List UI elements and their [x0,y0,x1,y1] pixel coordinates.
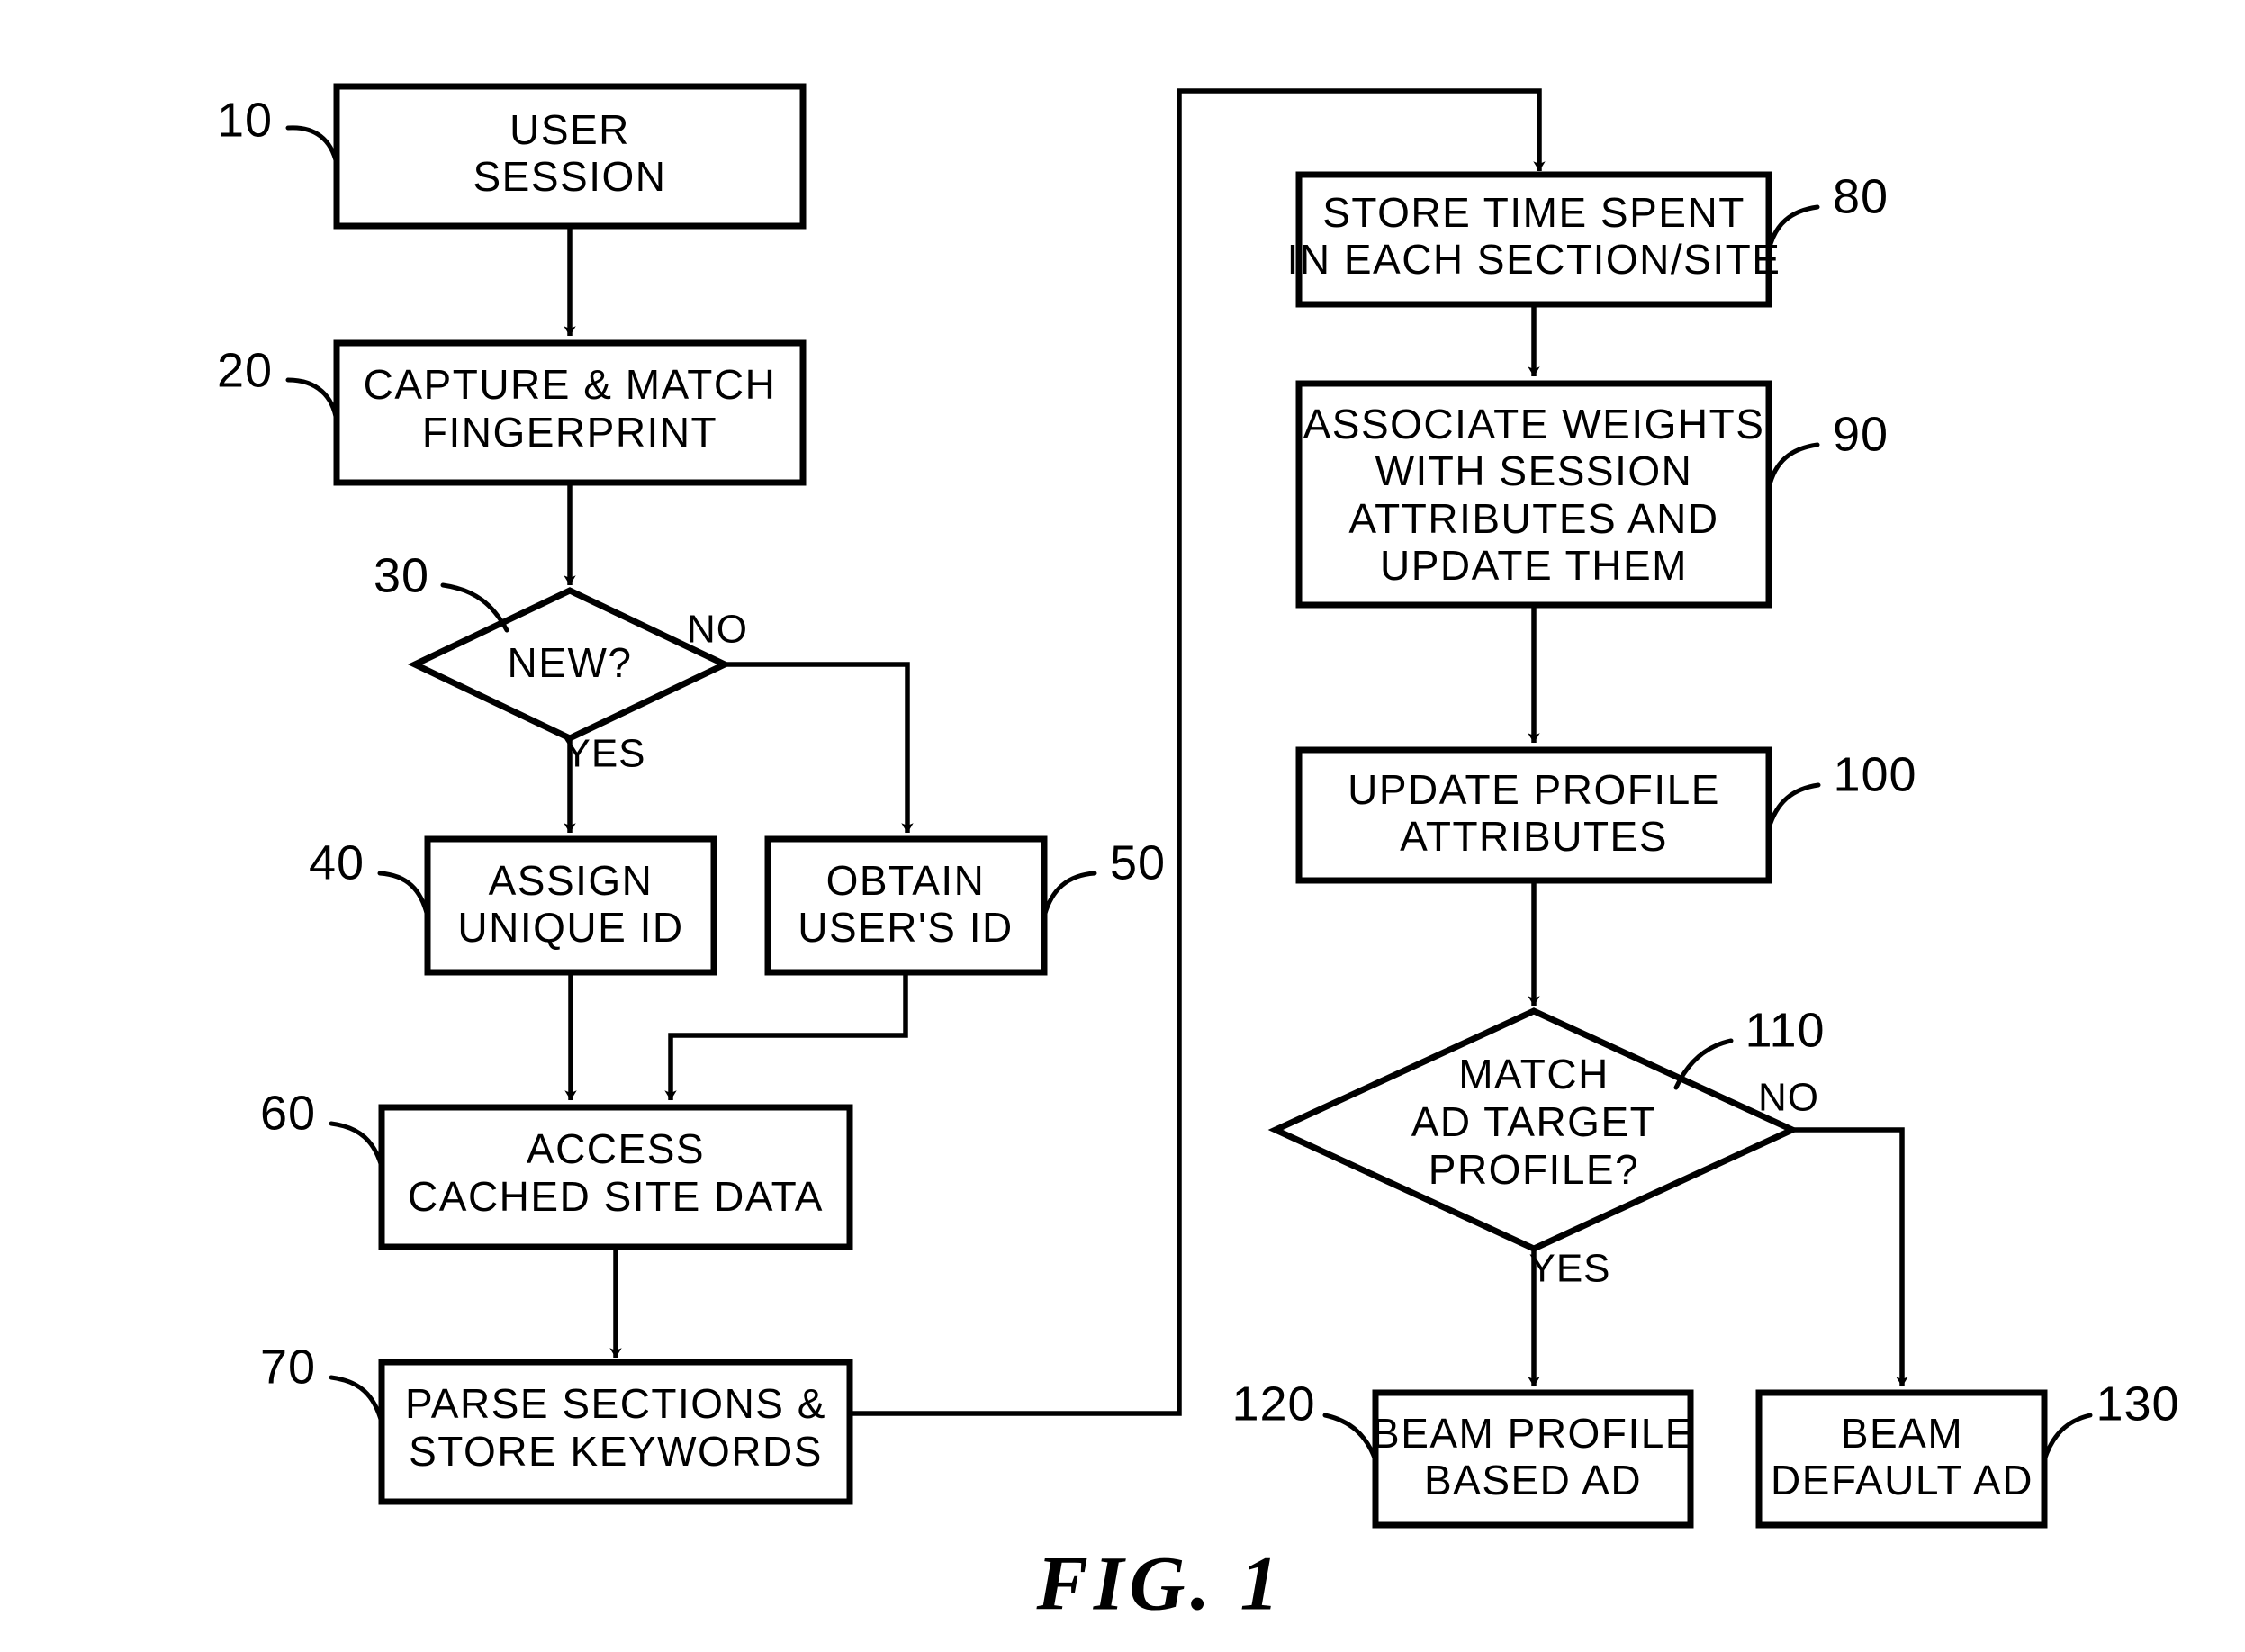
user-session-label-line-2: SESSION [473,153,666,200]
capture-label-line-2: FINGERPRINT [422,409,717,456]
ref-number-80: 80 [1833,169,1889,223]
node-update-profile-attributes: UPDATE PROFILE ATTRIBUTES [1295,746,1772,884]
ref-number-60: 60 [260,1086,316,1140]
edge-new-no-to-obtain-id [725,662,914,834]
patent-figure: USER SESSION 10 CAPTURE & MATCH FINGERPR… [0,0,2245,1652]
store-time-label-line-2: IN EACH SECTION/SITE [1287,236,1781,283]
beam-profile-label-line-1: BEAM PROFILE [1372,1410,1694,1457]
leader-line-60 [329,1121,384,1169]
ref-callout-130: 130 [2042,1377,2179,1463]
ref-number-90: 90 [1833,407,1889,461]
node-assign-unique-id: ASSIGN UNIQUE ID [424,835,717,976]
node-associate-weights: ASSOCIATE WEIGHTS WITH SESSION ATTRIBUTE… [1295,380,1772,609]
parse-sections-label-line-2: STORE KEYWORDS [409,1428,823,1475]
ref-number-100: 100 [1833,747,1916,801]
ref-callout-100: 100 [1766,747,1916,831]
node-beam-profile-based-ad: BEAM PROFILE BASED AD [1372,1389,1694,1529]
capture-label-line-1: CAPTURE & MATCH [364,361,777,408]
edge-label-new-no: NO [687,608,748,652]
node-access-cached-site-data: ACCESS CACHED SITE DATA [378,1104,853,1250]
ref-number-130: 130 [2096,1377,2179,1431]
match-profile-label-line-1: MATCH [1458,1051,1609,1097]
new-decision-label: NEW? [508,639,633,686]
obtain-id-label-line-2: USER'S ID [798,904,1014,951]
parse-sections-label-line-1: PARSE SECTIONS & [405,1380,826,1427]
node-parse-sections-store-keywords: PARSE SECTIONS & STORE KEYWORDS [378,1359,853,1505]
ref-callout-10: 10 [217,93,339,167]
ref-callout-20: 20 [217,343,339,424]
beam-default-label-line-2: DEFAULT AD [1771,1457,2033,1503]
associate-weights-label-line-2: WITH SESSION [1375,447,1693,494]
leader-line-70 [329,1375,384,1425]
edge-obtain-id-to-access-cached [664,972,908,1101]
leader-line-40 [377,871,430,919]
ref-number-70: 70 [260,1340,316,1394]
match-profile-label-line-3: PROFILE? [1429,1146,1639,1193]
leader-line-120 [1322,1413,1378,1463]
match-profile-label-line-2: AD TARGET [1411,1098,1657,1145]
beam-profile-label-line-2: BASED AD [1424,1457,1642,1503]
ref-callout-80: 80 [1766,169,1889,253]
node-capture-match-fingerprint: CAPTURE & MATCH FINGERPRINT [333,339,807,486]
leader-line-50 [1041,871,1097,919]
store-time-label-line-1: STORE TIME SPENT [1322,189,1745,236]
ref-number-40: 40 [309,835,365,889]
beam-default-label-line-1: BEAM [1841,1410,1963,1457]
assign-id-label-line-2: UNIQUE ID [457,904,683,951]
ref-number-50: 50 [1110,835,1166,889]
leader-line-10 [285,125,339,167]
leader-line-20 [285,377,339,424]
leader-line-130 [2042,1413,2093,1463]
ref-number-20: 20 [217,343,273,397]
ref-callout-50: 50 [1041,835,1166,919]
edge-match-no-to-beam-default-ad [1792,1127,1908,1387]
obtain-id-label-line-1: OBTAIN [826,857,986,904]
associate-weights-label-line-3: ATTRIBUTES AND [1348,495,1718,542]
edge-label-match-yes: YES [1528,1247,1610,1291]
associate-weights-label-line-4: UPDATE THEM [1380,542,1688,589]
assign-id-label-line-1: ASSIGN [489,857,654,904]
node-store-time-spent: STORE TIME SPENT IN EACH SECTION/SITE [1287,171,1781,308]
access-cached-label-line-2: CACHED SITE DATA [408,1173,824,1220]
figure-caption: FIG. 1 [1036,1540,1285,1627]
update-profile-label-line-2: ATTRIBUTES [1400,813,1668,860]
flowchart-diagram: USER SESSION 10 CAPTURE & MATCH FINGERPR… [217,83,2179,1627]
ref-callout-70: 70 [260,1340,384,1425]
ref-callout-40: 40 [309,835,430,919]
node-new-decision: NEW? [407,587,733,742]
ref-number-110: 110 [1745,1003,1825,1057]
edge-label-match-no: NO [1758,1076,1819,1120]
leader-line-90 [1766,442,1820,491]
ref-number-120: 120 [1231,1377,1315,1431]
ref-callout-30: 30 [374,548,509,633]
node-beam-default-ad: BEAM DEFAULT AD [1755,1389,2048,1529]
edge-label-new-yes: YES [564,732,645,776]
user-session-label-line-1: USER [509,106,630,153]
node-user-session: USER SESSION [333,83,807,230]
ref-callout-90: 90 [1766,407,1889,491]
access-cached-label-line-1: ACCESS [527,1125,705,1172]
ref-callout-120: 120 [1231,1377,1378,1463]
associate-weights-label-line-1: ASSOCIATE WEIGHTS [1303,401,1765,447]
node-obtain-users-id: OBTAIN USER'S ID [764,835,1048,976]
ref-callout-60: 60 [260,1086,384,1169]
ref-number-30: 30 [374,548,429,602]
leader-line-100 [1766,782,1821,831]
update-profile-label-line-1: UPDATE PROFILE [1348,766,1720,813]
ref-number-10: 10 [217,93,273,147]
